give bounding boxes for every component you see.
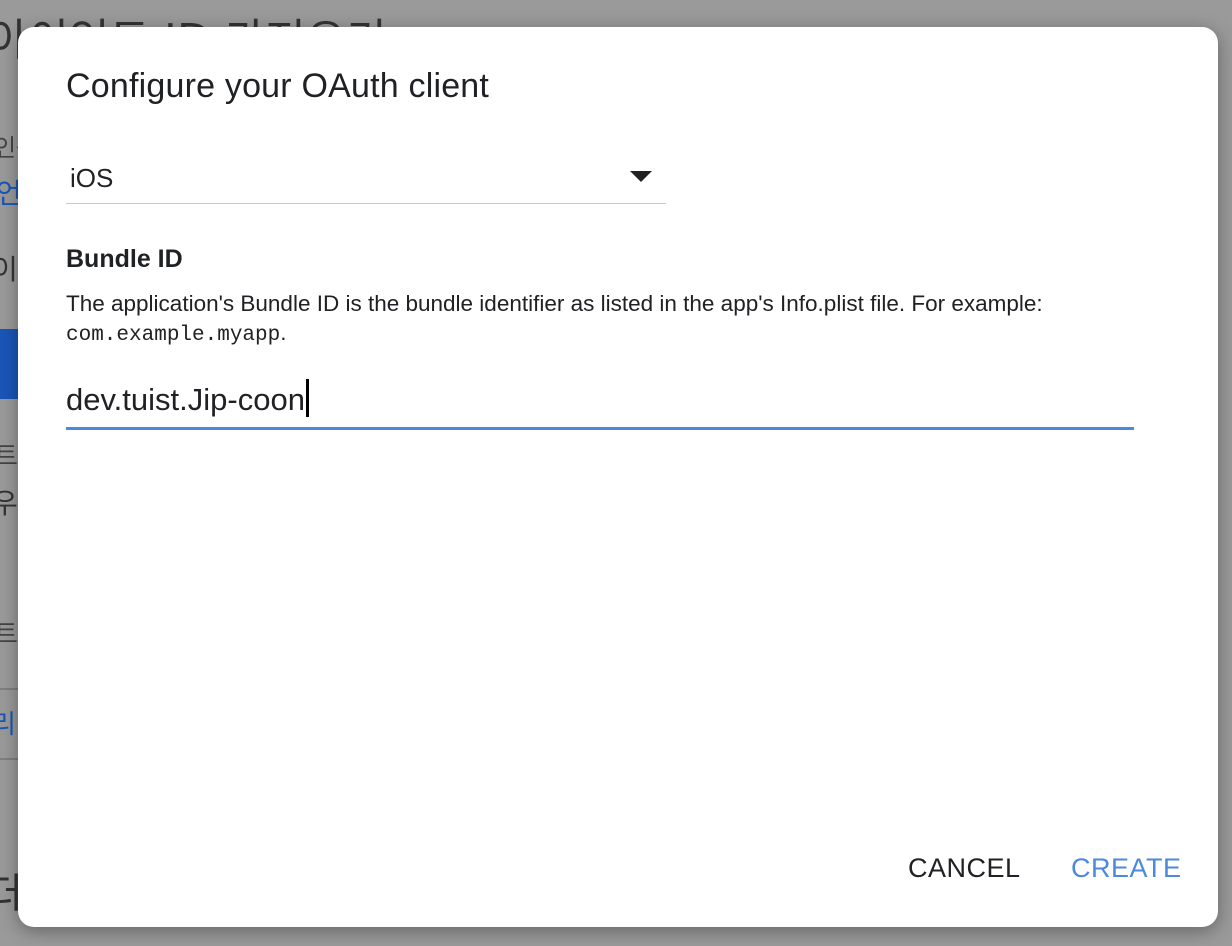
bundle-id-label: Bundle ID (66, 245, 183, 273)
application-type-select[interactable]: iOS (66, 157, 666, 204)
background-divider (0, 758, 18, 760)
help-example-code: com.example.myapp (66, 324, 281, 347)
help-suffix: . (280, 320, 287, 345)
oauth-client-dialog: Configure your OAuth client iOS Bundle I… (18, 27, 1218, 927)
dialog-title: Configure your OAuth client (66, 67, 490, 105)
background-text: 트 (0, 442, 18, 472)
bundle-id-input-value: dev.tuist.Jip-coon (66, 379, 309, 418)
background-text: 이 (0, 253, 18, 286)
bundle-id-input[interactable]: dev.tuist.Jip-coon (66, 373, 1134, 430)
background-text: 트 (0, 620, 18, 650)
dropdown-arrow-icon (630, 171, 652, 182)
background-button (0, 329, 18, 399)
cancel-button[interactable]: CANCEL (908, 853, 1021, 884)
help-text: The application's Bundle ID is the bundl… (66, 291, 1043, 316)
background-link: 리 (0, 710, 16, 740)
bundle-id-help-text: The application's Bundle ID is the bundl… (66, 289, 1146, 350)
text-cursor (305, 379, 309, 417)
create-button[interactable]: CREATE (1071, 853, 1182, 884)
bundle-id-text: dev.tuist.Jip-coon (66, 382, 305, 417)
application-type-value: iOS (70, 163, 114, 193)
background-text: 우 (0, 487, 18, 520)
background-divider (0, 688, 18, 690)
